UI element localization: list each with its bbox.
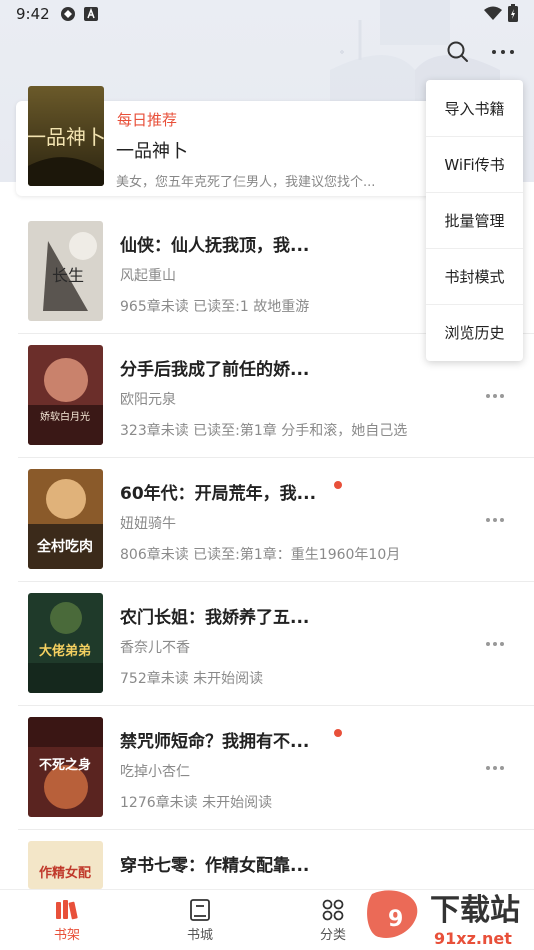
book-cover-text: 全村吃肉 (36, 538, 93, 555)
book-cover[interactable]: 娇软白月光 (28, 345, 103, 445)
book-progress: 1276章未读 未开始阅读 (120, 795, 273, 811)
status-bar: 9:42 (0, 0, 534, 28)
book-cover[interactable]: 不死之身 (28, 717, 103, 817)
more-icon[interactable] (490, 42, 516, 62)
book-title: 禁咒师短命？我拥有不... (120, 732, 310, 752)
book-item[interactable]: 全村吃肉 60年代：开局荒年，我... 妞妞骑牛 806章未读 已读至:第1章：… (0, 469, 534, 593)
book-cover[interactable]: 大佬弟弟 (28, 593, 103, 693)
watermark-url: 91xz.net (434, 929, 512, 948)
unread-dot (334, 729, 342, 737)
featured-title: 一品神卜 (116, 141, 188, 162)
a-notification-icon (84, 7, 98, 21)
menu-item-batch-manage[interactable]: 批量管理 (426, 192, 523, 248)
book-cover-text: 娇软白月光 (40, 410, 90, 423)
watermark-text: 下载站 (430, 893, 520, 928)
nav-label: 书城 (186, 928, 213, 943)
featured-cover-text: 一品神卜 (28, 125, 104, 149)
book-author: 风起重山 (120, 268, 176, 284)
nav-bookstore[interactable]: 书城 (155, 890, 245, 950)
book-cover-text: 长生 (52, 266, 84, 285)
book-title: 60年代：开局荒年，我... (120, 484, 317, 504)
category-icon (322, 899, 344, 921)
book-cover-text: 作精女配 (39, 865, 91, 881)
site-watermark: 9 下载站 91xz.net (367, 890, 520, 948)
menu-item-wifi-transfer[interactable]: WiFi传书 (426, 136, 523, 192)
book-cover-text: 大佬弟弟 (39, 643, 91, 659)
book-progress: 965章未读 已读至:1 故地重游 (120, 299, 310, 315)
book-author: 香奈儿不香 (120, 640, 190, 656)
book-author: 吃掉小杏仁 (120, 764, 190, 780)
menu-item-cover-mode[interactable]: 书封模式 (426, 248, 523, 304)
menu-item-import-books[interactable]: 导入书籍 (426, 80, 523, 136)
book-item[interactable]: 不死之身 禁咒师短命？我拥有不... 吃掉小杏仁 1276章未读 未开始阅读 (0, 717, 534, 841)
wifi-icon (484, 6, 502, 20)
book-more-icon[interactable] (485, 517, 505, 523)
bookstore-icon (190, 899, 210, 921)
book-cover[interactable]: 全村吃肉 (28, 469, 103, 569)
book-item[interactable]: 大佬弟弟 农门长姐：我娇养了五... 香奈儿不香 752章未读 未开始阅读 (0, 593, 534, 717)
book-author: 妞妞骑牛 (120, 516, 176, 532)
menu-item-browse-history[interactable]: 浏览历史 (426, 304, 523, 360)
search-icon[interactable] (446, 40, 470, 64)
book-more-icon[interactable] (485, 765, 505, 771)
featured-book-cover[interactable]: 一品神卜 (28, 86, 104, 186)
divider (18, 457, 534, 458)
more-options-menu: 导入书籍 WiFi传书 批量管理 书封模式 浏览历史 (426, 80, 523, 361)
daily-recommend-tag: 每日推荐 (117, 111, 178, 129)
status-time: 9:42 (16, 5, 50, 23)
book-progress: 806章未读 已读至:第1章：重生1960年10月 (120, 547, 401, 563)
book-cover[interactable]: 作精女配 (28, 841, 103, 889)
unread-dot (334, 481, 342, 489)
app-notification-icon (61, 7, 75, 21)
featured-desc: 美女，您五年克死了仨男人，我建议您找个... (116, 175, 376, 190)
bookshelf-icon (56, 900, 78, 920)
battery-icon (508, 4, 518, 22)
book-title: 农门长姐：我娇养了五... (120, 608, 310, 628)
book-more-icon[interactable] (485, 393, 505, 399)
divider (18, 705, 534, 706)
svg-text:9: 9 (388, 907, 403, 932)
book-title: 穿书七零：作精女配靠... (120, 856, 310, 876)
book-cover-text: 不死之身 (39, 757, 91, 773)
nav-label: 书架 (53, 928, 80, 943)
book-author: 欧阳元泉 (120, 392, 176, 408)
book-title: 仙侠：仙人抚我顶，我... (120, 236, 310, 256)
book-item[interactable]: 娇软白月光 分手后我成了前任的娇... 欧阳元泉 323章未读 已读至:第1章 … (0, 345, 534, 469)
book-more-icon[interactable] (485, 641, 505, 647)
book-cover[interactable]: 长生 (28, 221, 103, 321)
nav-bookshelf[interactable]: 书架 (22, 890, 112, 950)
divider (18, 829, 534, 830)
book-progress: 323章未读 已读至:第1章 分手和滚，她自己选 (120, 423, 408, 439)
book-title: 分手后我成了前任的娇... (120, 360, 310, 380)
book-progress: 752章未读 未开始阅读 (120, 671, 264, 687)
divider (18, 581, 534, 582)
